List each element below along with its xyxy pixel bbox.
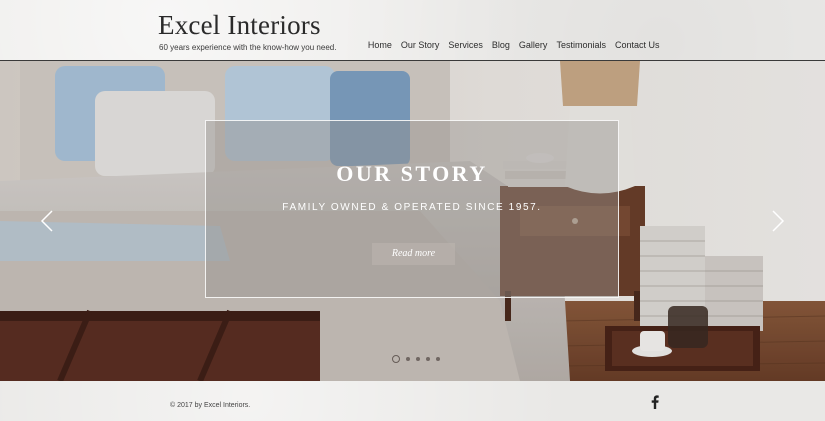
read-more-button[interactable]: Read more	[372, 243, 455, 265]
site-footer: © 2017 by Excel Interiors.	[0, 381, 825, 421]
nav-blog[interactable]: Blog	[487, 40, 514, 50]
nav-contact-us[interactable]: Contact Us	[610, 40, 664, 50]
slide-dot-5[interactable]	[436, 357, 440, 361]
site-logo-text[interactable]: Excel Interiors	[158, 10, 321, 41]
nav-services[interactable]: Services	[444, 40, 488, 50]
hero-slideshow: OUR STORY FAMILY OWNED & OPERATED SINCE …	[0, 61, 825, 381]
nav-home[interactable]: Home	[363, 40, 396, 50]
nav-testimonials[interactable]: Testimonials	[552, 40, 611, 50]
slide-pagination	[392, 355, 440, 363]
slide-subtitle: FAMILY OWNED & OPERATED SINCE 1957.	[282, 202, 542, 213]
slide-dot-1[interactable]	[392, 355, 400, 363]
slide-dot-2[interactable]	[406, 357, 410, 361]
slide-dot-4[interactable]	[426, 357, 430, 361]
nav-our-story[interactable]: Our Story	[396, 40, 444, 50]
next-slide-arrow[interactable]	[771, 209, 785, 233]
slide-dot-3[interactable]	[416, 357, 420, 361]
site-header: Excel Interiors 60 years experience with…	[0, 0, 825, 61]
slide-title: OUR STORY	[336, 161, 488, 186]
main-nav: Home Our Story Services Blog Gallery Tes…	[363, 40, 664, 50]
nav-gallery[interactable]: Gallery	[514, 40, 552, 50]
prev-slide-arrow[interactable]	[40, 209, 54, 233]
site-tagline: 60 years experience with the know-how yo…	[159, 43, 337, 52]
slide-caption-box: OUR STORY FAMILY OWNED & OPERATED SINCE …	[205, 120, 619, 298]
copyright-text: © 2017 by Excel Interiors.	[170, 402, 251, 409]
facebook-icon[interactable]	[650, 395, 660, 409]
